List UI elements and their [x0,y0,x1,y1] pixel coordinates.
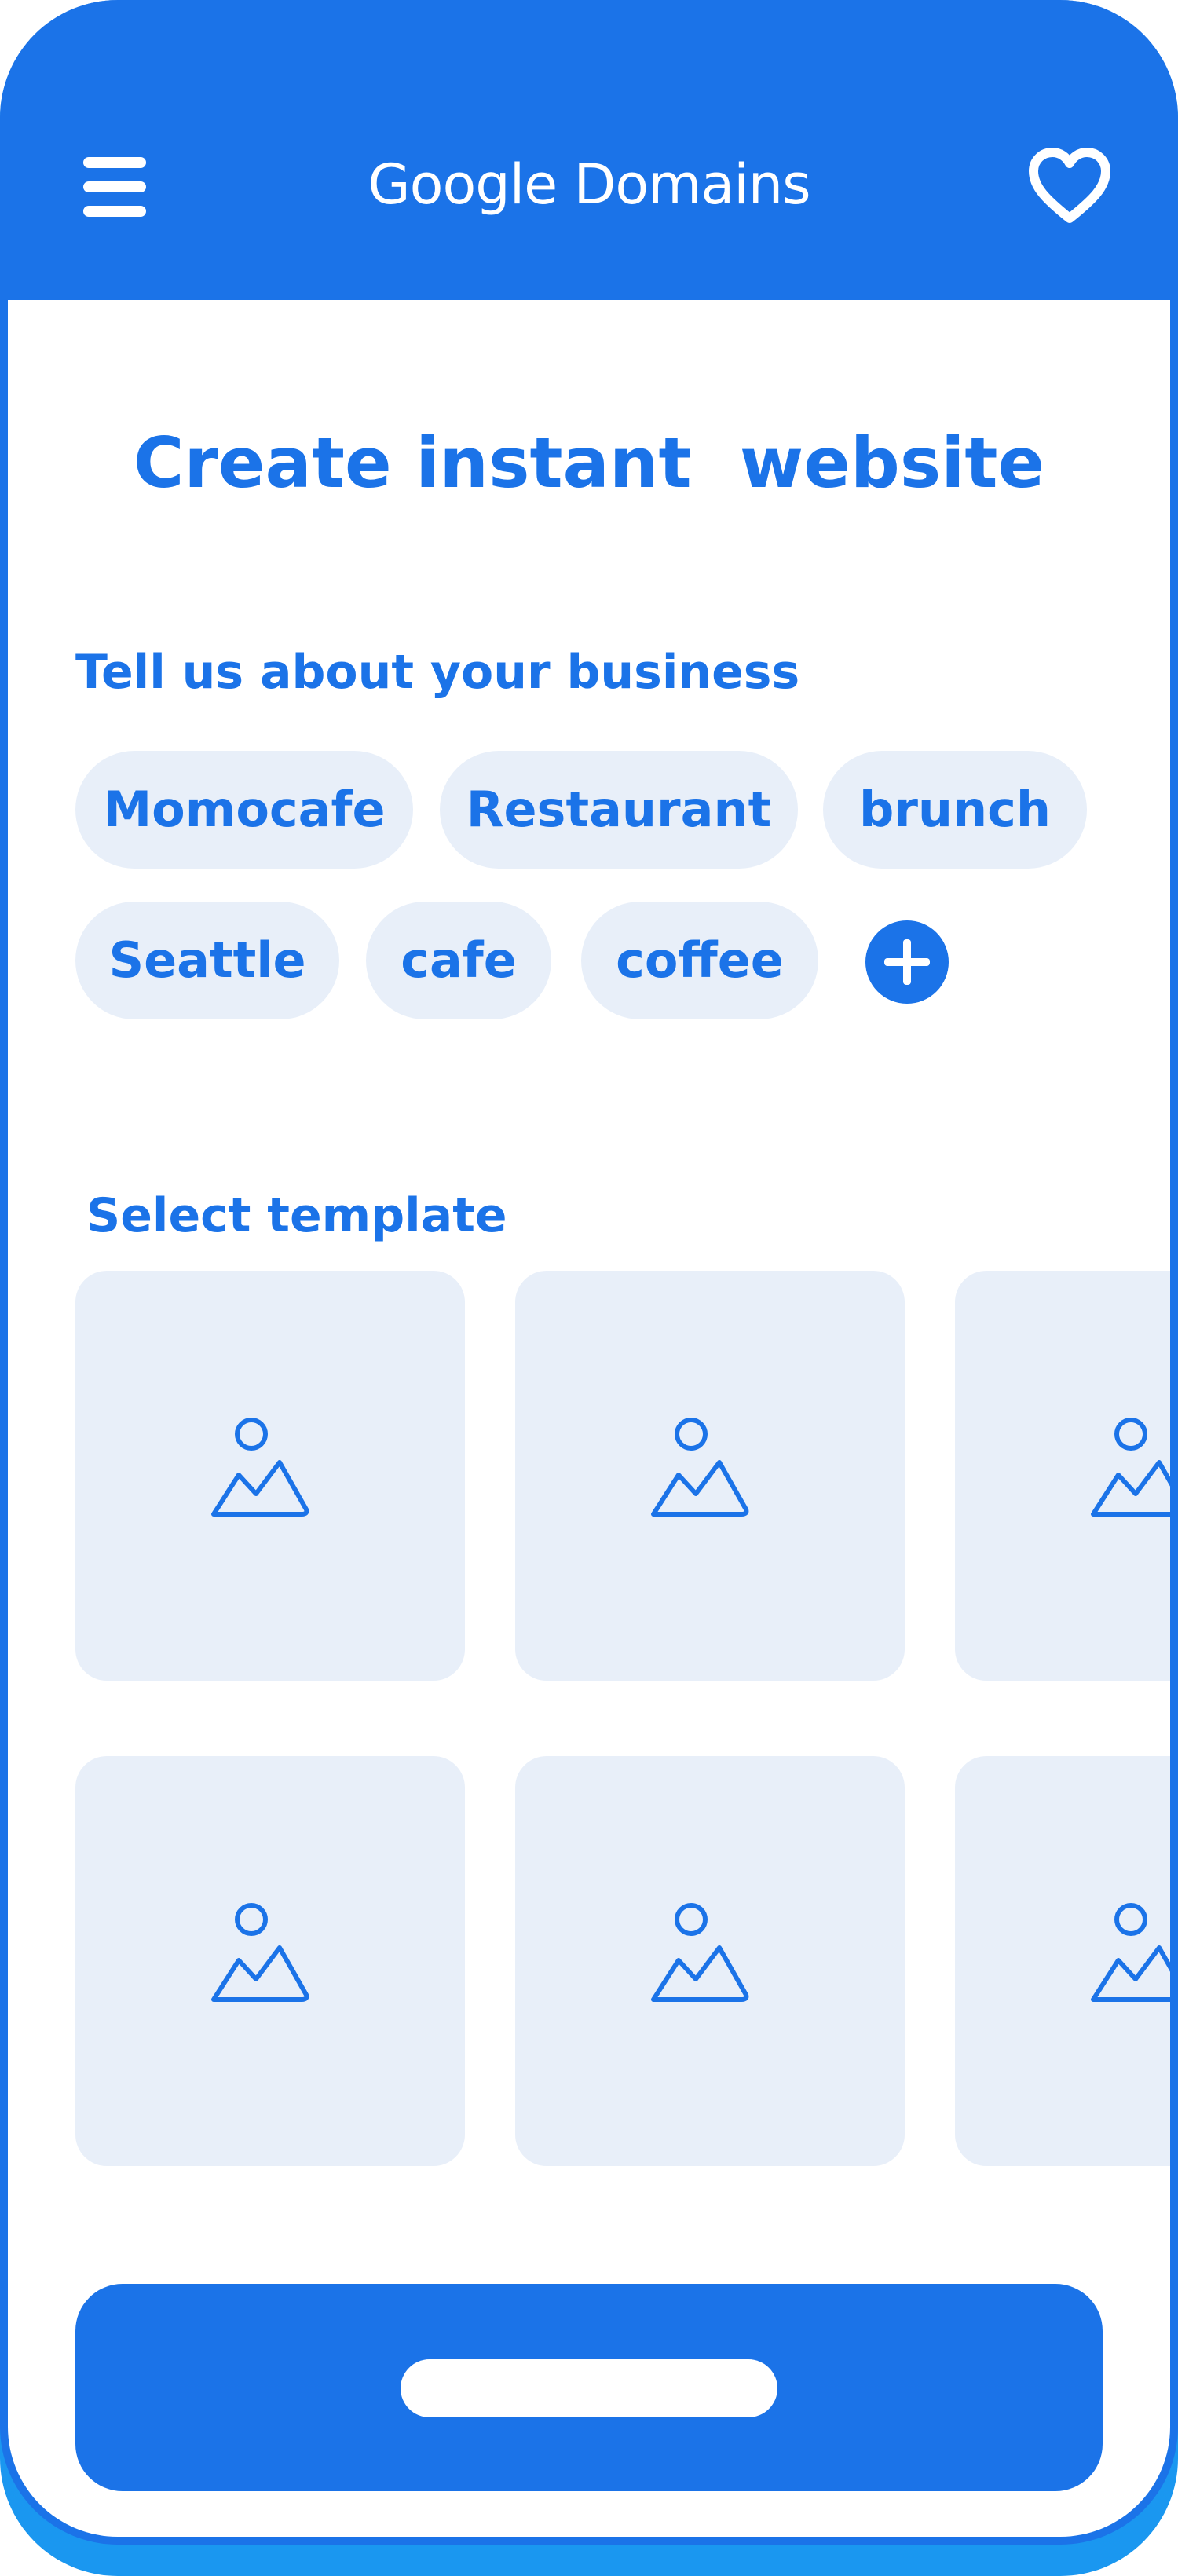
image-placeholder-icon [211,1418,309,1517]
tag-chip-restaurant[interactable]: Restaurant [440,751,798,869]
template-card[interactable] [515,1271,905,1681]
template-card[interactable] [75,1271,465,1681]
template-section-label: Select template [86,1188,507,1243]
heart-icon[interactable] [1029,148,1110,226]
image-placeholder-icon [1091,1418,1170,1517]
add-tag-button[interactable] [865,920,949,1004]
page-title: Create instant website [133,423,1045,503]
tag-chip-brunch[interactable]: brunch [823,751,1087,869]
image-placeholder-icon [651,1903,749,2002]
button-label-placeholder [401,2359,777,2417]
tag-chip-coffee[interactable]: coffee [581,902,818,1019]
template-card[interactable] [515,1756,905,2166]
image-placeholder-icon [211,1903,309,2002]
template-card[interactable] [955,1756,1170,2166]
template-card[interactable] [955,1271,1170,1681]
brand-title: Google Domains [368,152,810,217]
image-placeholder-icon [1091,1903,1170,2002]
business-section-label: Tell us about your business [75,645,800,700]
tag-chip-seattle[interactable]: Seattle [75,902,339,1019]
image-placeholder-icon [651,1418,749,1517]
tag-chip-momocafe[interactable]: Momocafe [75,751,413,869]
device-frame: Google Domains Create instant website Te… [0,0,1178,2545]
app-screen: Google Domains Create instant website Te… [8,0,1170,2537]
create-website-button[interactable] [75,2284,1103,2491]
template-card[interactable] [75,1756,465,2166]
app-header: Google Domains [8,0,1170,300]
tag-chip-cafe[interactable]: cafe [366,902,551,1019]
